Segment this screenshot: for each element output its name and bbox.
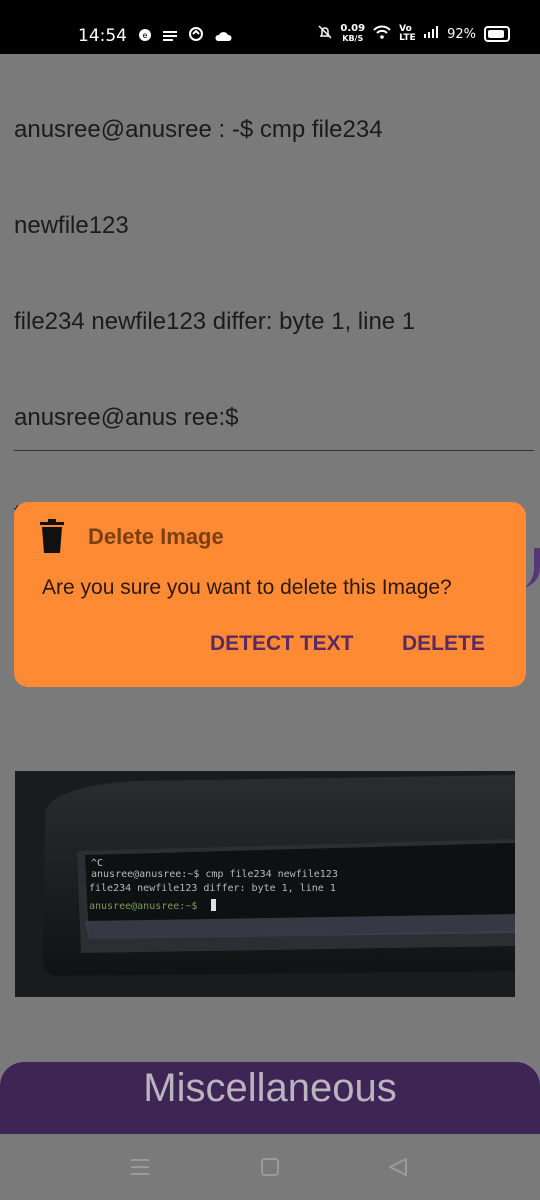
system-nav-bar (0, 1134, 540, 1200)
signal-icon (423, 26, 439, 42)
mute-bell-icon (318, 25, 332, 43)
sync-notification-icon (188, 26, 204, 46)
trash-icon (40, 519, 64, 555)
volte-label: Vo LTE (399, 24, 416, 43)
cloud-icon (214, 27, 232, 46)
text-field-underline (14, 450, 534, 451)
wifi-icon (373, 25, 391, 43)
image-preview[interactable]: ^C anusree@anusree:~$ cmp file234 newfil… (15, 771, 515, 997)
terminal-line: file234 newfile123 differ: byte 1, line … (89, 883, 336, 894)
dialog-title: Delete Image (88, 524, 224, 549)
text-line: anusree@anus ree:$ (14, 404, 239, 431)
battery-icon (484, 26, 510, 42)
battery-percent: 92% (447, 26, 476, 42)
text-line: newfile123 (14, 212, 129, 239)
miscellaneous-label: Miscellaneous (143, 1066, 397, 1110)
detect-text-button[interactable]: DETECT TEXT (210, 632, 354, 656)
back-icon[interactable] (388, 1158, 408, 1180)
svg-text:e: e (143, 31, 148, 40)
terminal-line: anusree@anusree:~$ cmp file234 newfile12… (91, 869, 338, 880)
network-speed: 0.09 KB/S (340, 23, 366, 44)
terminal-line: ^C (91, 858, 103, 869)
extracted-text[interactable]: anusree@anusree : -$ cmp file234 newfile… (14, 50, 534, 562)
text-line: file234 newfile123 differ: byte 1, line … (14, 308, 416, 335)
terminal-line: anusree@anusree:~$ (89, 901, 197, 912)
miscellaneous-bar[interactable]: Miscellaneous (0, 1062, 540, 1134)
delete-button[interactable]: DELETE (402, 632, 485, 656)
dialog-message: Are you sure you want to delete this Ima… (42, 576, 452, 599)
delete-image-dialog: Delete Image Are you sure you want to de… (14, 502, 526, 687)
news-notification-icon (162, 27, 178, 46)
status-bar: 14:54 e 0.09 KB/S Vo LTE 92% (0, 0, 540, 54)
text-line: anusree@anusree : -$ cmp file234 (14, 116, 383, 143)
status-time: 14:54 (78, 26, 127, 46)
recent-apps-icon[interactable] (130, 1158, 150, 1180)
app-notification-icon: e (138, 27, 152, 46)
home-icon[interactable] (260, 1158, 280, 1180)
